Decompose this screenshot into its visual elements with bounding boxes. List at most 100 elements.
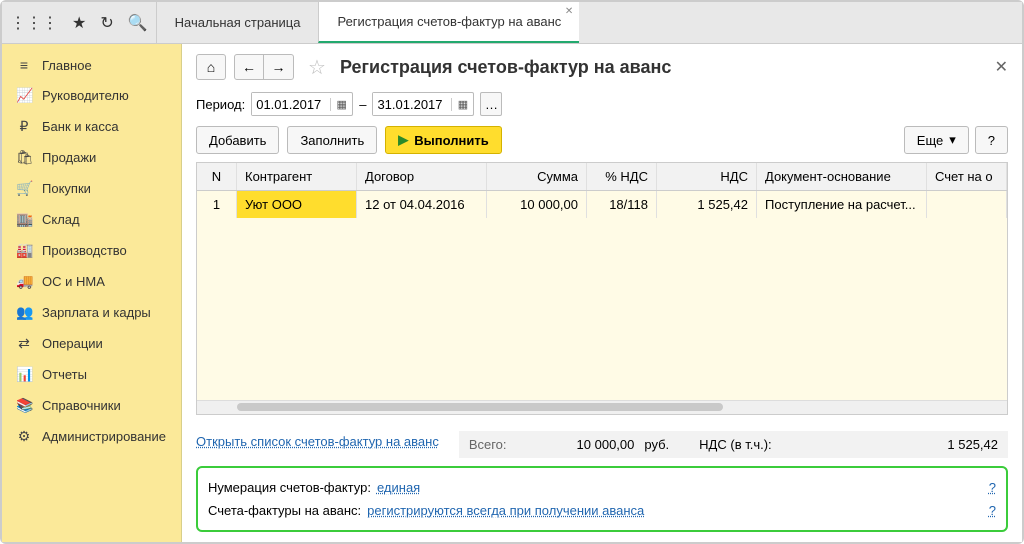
fill-button[interactable]: Заполнить <box>287 126 377 154</box>
date-from-input[interactable]: ▦ <box>251 92 353 116</box>
sidebar-item-label: Главное <box>42 58 92 73</box>
sidebar-item-label: Зарплата и кадры <box>42 305 151 320</box>
back-button[interactable]: ← <box>234 54 264 80</box>
close-icon[interactable]: ✕ <box>565 6 573 17</box>
chevron-down-icon: ▾ <box>949 132 956 148</box>
sidebar-item-bank[interactable]: ₽ Банк и касса <box>2 111 181 142</box>
warehouse-icon: 🏬 <box>16 211 32 228</box>
sidebar-item-sales[interactable]: 🛍 Продажи <box>2 142 181 173</box>
menu-icon: ≡ <box>16 57 32 73</box>
factory-icon: 🏭 <box>16 242 32 259</box>
sidebar-item-label: Банк и касса <box>42 119 119 134</box>
totals-currency: руб. <box>644 437 669 452</box>
button-label: Заполнить <box>300 133 364 148</box>
numbering-link[interactable]: единая <box>377 480 420 495</box>
tab-home[interactable]: Начальная страница <box>156 2 319 43</box>
period-picker-button[interactable]: … <box>480 92 502 116</box>
sidebar-item-production[interactable]: 🏭 Производство <box>2 235 181 266</box>
period-label: Период: <box>196 97 245 112</box>
more-button[interactable]: Еще ▾ <box>904 126 969 154</box>
home-button[interactable]: ⌂ <box>196 54 226 80</box>
tab-label: Регистрация счетов-фактур на аванс <box>337 14 561 29</box>
calendar-icon[interactable]: ▦ <box>330 98 352 111</box>
content: ⌂ ← → ☆ Регистрация счетов-фактур на ава… <box>182 44 1022 542</box>
sidebar-item-label: Операции <box>42 336 103 351</box>
books-icon: 📚 <box>16 397 32 414</box>
history-icon[interactable]: ↻ <box>100 13 113 33</box>
col-header-sum[interactable]: Сумма <box>487 163 587 190</box>
sidebar: ≡ Главное 📈 Руководителю ₽ Банк и касса 🛍 Пр… <box>2 44 182 542</box>
sidebar-item-manager[interactable]: 📈 Руководителю <box>2 80 181 111</box>
apps-icon[interactable]: ⋮⋮⋮ <box>10 13 58 33</box>
close-button[interactable]: ✕ <box>995 57 1008 77</box>
search-icon[interactable]: 🔍 <box>128 13 148 33</box>
sidebar-item-label: Покупки <box>42 181 91 196</box>
help-link[interactable]: ? <box>989 480 996 495</box>
forward-button[interactable]: → <box>264 54 294 80</box>
swap-icon: ⇄ <box>16 335 32 352</box>
sidebar-item-purchases[interactable]: 🛒 Покупки <box>2 173 181 204</box>
cell-sum: 10 000,00 <box>487 191 587 218</box>
col-header-vat[interactable]: НДС <box>657 163 757 190</box>
table-body: 1 Уют ООО 12 от 04.04.2016 10 000,00 18/… <box>197 191 1007 400</box>
calendar-icon[interactable]: ▦ <box>451 98 473 111</box>
sidebar-item-warehouse[interactable]: 🏬 Склад <box>2 204 181 235</box>
favorite-icon[interactable]: ☆ <box>308 55 326 80</box>
help-button[interactable]: ? <box>975 126 1008 154</box>
table-row[interactable]: 1 Уют ООО 12 от 04.04.2016 10 000,00 18/… <box>197 191 1007 218</box>
sidebar-item-admin[interactable]: ⚙Администрирование <box>2 421 181 452</box>
tab-label: Начальная страница <box>175 15 301 30</box>
chart-icon: 📈 <box>16 87 32 104</box>
cell-contract: 12 от 04.04.2016 <box>357 191 487 218</box>
tab-registration[interactable]: Регистрация счетов-фактур на аванс ✕ <box>318 2 579 43</box>
sidebar-item-label: Производство <box>42 243 127 258</box>
col-header-vatpct[interactable]: % НДС <box>587 163 657 190</box>
sidebar-item-label: ОС и НМА <box>42 274 105 289</box>
col-header-contract[interactable]: Договор <box>357 163 487 190</box>
sidebar-item-reports[interactable]: 📊Отчеты <box>2 359 181 390</box>
bag-icon: 🛍 <box>16 149 32 166</box>
table-header: N Контрагент Договор Сумма % НДС НДС Док… <box>197 163 1007 191</box>
truck-icon: 🚚 <box>16 273 32 290</box>
cell-doc: Поступление на расчет... <box>757 191 927 218</box>
sidebar-item-operations[interactable]: ⇄ Операции <box>2 328 181 359</box>
people-icon: 👥 <box>16 304 32 321</box>
data-table: N Контрагент Договор Сумма % НДС НДС Док… <box>196 162 1008 415</box>
col-header-doc[interactable]: Документ-основание <box>757 163 927 190</box>
help-link[interactable]: ? <box>989 503 996 518</box>
date-to-field[interactable] <box>373 93 451 115</box>
ruble-icon: ₽ <box>16 118 32 135</box>
date-from-field[interactable] <box>252 93 330 115</box>
totals-sum: 10 000,00 <box>577 437 635 452</box>
date-to-input[interactable]: ▦ <box>372 92 474 116</box>
topbar-icons: ⋮⋮⋮ ★ ↻ 🔍 <box>2 2 156 43</box>
open-invoice-list-link[interactable]: Открыть список счетов-фактур на аванс <box>196 434 439 449</box>
button-label: ? <box>988 133 995 148</box>
run-button[interactable]: ▶Выполнить <box>385 126 501 154</box>
settings-box: Нумерация счетов-фактур: единая ? Счета-… <box>196 466 1008 532</box>
totals-label: Всего: <box>469 437 507 452</box>
sidebar-item-payroll[interactable]: 👥 Зарплата и кадры <box>2 297 181 328</box>
sidebar-item-catalogs[interactable]: 📚 Справочники <box>2 390 181 421</box>
col-header-n[interactable]: N <box>197 163 237 190</box>
horizontal-scrollbar[interactable] <box>197 400 1007 414</box>
cell-acc <box>927 191 1007 218</box>
add-button[interactable]: Добавить <box>196 126 279 154</box>
sidebar-item-label: Продажи <box>42 150 96 165</box>
button-label: Выполнить <box>414 133 488 148</box>
sidebar-item-label: Руководителю <box>42 88 129 103</box>
cell-agent[interactable]: Уют ООО <box>237 191 357 218</box>
sidebar-item-label: Справочники <box>42 398 121 413</box>
sidebar-item-label: Склад <box>42 212 80 227</box>
col-header-acc[interactable]: Счет на о <box>927 163 1007 190</box>
cart-icon: 🛒 <box>16 180 32 197</box>
col-header-agent[interactable]: Контрагент <box>237 163 357 190</box>
advance-link[interactable]: регистрируются всегда при получении аван… <box>367 503 644 518</box>
sidebar-item-label: Администрирование <box>42 429 166 444</box>
star-icon[interactable]: ★ <box>72 13 86 33</box>
totals-vat: 1 525,42 <box>947 437 998 452</box>
bars-icon: 📊 <box>16 366 32 383</box>
button-label: Еще <box>917 133 943 148</box>
sidebar-item-main[interactable]: ≡ Главное <box>2 50 181 80</box>
sidebar-item-assets[interactable]: 🚚 ОС и НМА <box>2 266 181 297</box>
